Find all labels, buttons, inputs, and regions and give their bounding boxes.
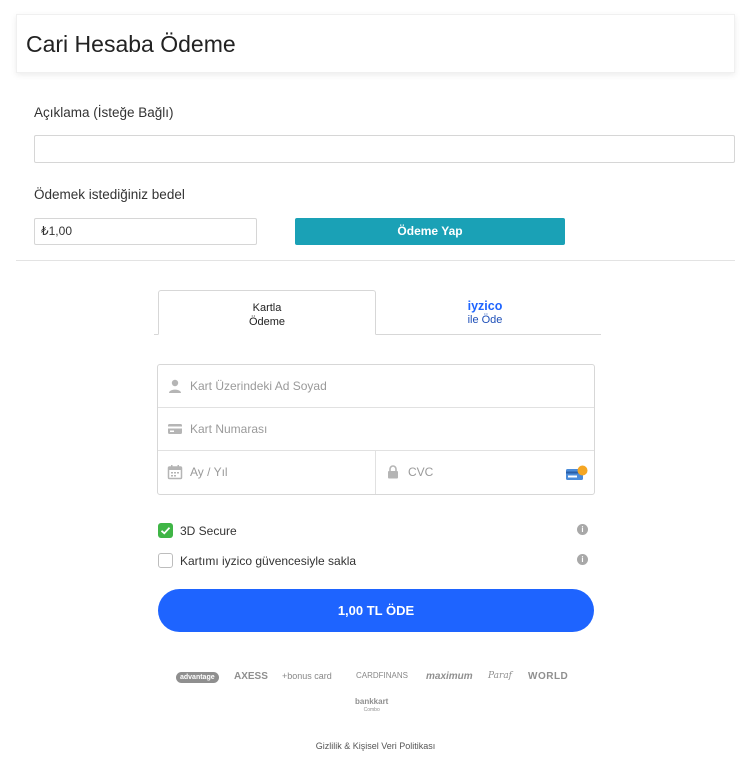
- user-icon: [167, 378, 183, 394]
- advantage-logo: advantage: [176, 672, 219, 683]
- iyzico-logo: iyzico: [467, 299, 503, 313]
- cvc-hint-card-icon: [566, 465, 588, 481]
- calendar-icon: [167, 464, 183, 480]
- info-icon[interactable]: i: [577, 554, 588, 565]
- world-logo: WORLD: [528, 671, 569, 682]
- save-card-checkbox[interactable]: [158, 553, 173, 568]
- lock-icon: [385, 464, 401, 480]
- bankkart-combo-logo: bankkart Combo: [355, 698, 388, 714]
- description-label: Açıklama (İsteğe Bağlı): [34, 105, 174, 120]
- amount-label: Ödemek istediğiniz bedel: [34, 187, 185, 202]
- expiry-field[interactable]: Ay / Yıl: [158, 451, 376, 494]
- card-brand-logos: advantage AXESS +bonus card CARDFINANS m…: [176, 671, 576, 685]
- credit-card-icon: [167, 421, 183, 437]
- cvc-placeholder: CVC: [408, 465, 434, 479]
- cardholder-name-field[interactable]: Kart Üzerindeki Ad Soyad: [158, 365, 594, 408]
- privacy-policy-link[interactable]: Gizlilik & Kişisel Veri Politikası: [0, 741, 751, 751]
- tab-iyzico-payment-label: ile Öde: [467, 314, 503, 326]
- tab-iyzico-payment[interactable]: iyzico ile Öde: [376, 290, 594, 334]
- paraf-logo: Paraf: [488, 671, 513, 681]
- tab-card-payment-line2: Ödeme: [248, 316, 286, 328]
- description-input[interactable]: [34, 135, 735, 163]
- bankkart-logo-text: bankkart: [355, 697, 389, 706]
- secure-label: 3D Secure: [180, 524, 237, 538]
- card-number-field[interactable]: Kart Numarası: [158, 408, 594, 451]
- page-title: Cari Hesaba Ödeme: [26, 31, 236, 57]
- bonus-card-logo: +bonus card: [282, 671, 332, 681]
- info-icon[interactable]: i: [577, 524, 588, 535]
- save-card-option: Kartımı iyzico güvencesiyle sakla i: [158, 553, 588, 569]
- secure-checkbox[interactable]: [158, 523, 173, 538]
- amount-input[interactable]: ₺1,00: [34, 218, 257, 245]
- axess-logo: AXESS: [234, 671, 268, 682]
- secure-option: 3D Secure i: [158, 523, 588, 539]
- expiry-placeholder: Ay / Yıl: [190, 465, 228, 479]
- card-form: Kart Üzerindeki Ad Soyad Kart Numarası A…: [157, 364, 595, 495]
- maximum-logo: maximum: [426, 671, 473, 682]
- save-card-label: Kartımı iyzico güvencesiyle sakla: [180, 554, 357, 568]
- bankkart-combo-text: Combo: [363, 707, 380, 713]
- tab-card-payment[interactable]: Kartla Ödeme: [158, 290, 376, 335]
- section-divider: [16, 260, 735, 261]
- cvc-field[interactable]: CVC: [376, 451, 594, 494]
- card-number-placeholder: Kart Numarası: [190, 422, 268, 436]
- pay-button[interactable]: Ödeme Yap: [295, 218, 565, 245]
- cardholder-name-placeholder: Kart Üzerindeki Ad Soyad: [190, 379, 327, 393]
- page-header: Cari Hesaba Ödeme: [16, 14, 735, 73]
- cardfinans-logo: CARDFINANS: [356, 671, 409, 680]
- submit-payment-button[interactable]: 1,00 TL ÖDE: [158, 589, 594, 632]
- card-details-row: Ay / Yıl CVC: [158, 451, 594, 494]
- tab-card-payment-line1: Kartla: [252, 302, 282, 314]
